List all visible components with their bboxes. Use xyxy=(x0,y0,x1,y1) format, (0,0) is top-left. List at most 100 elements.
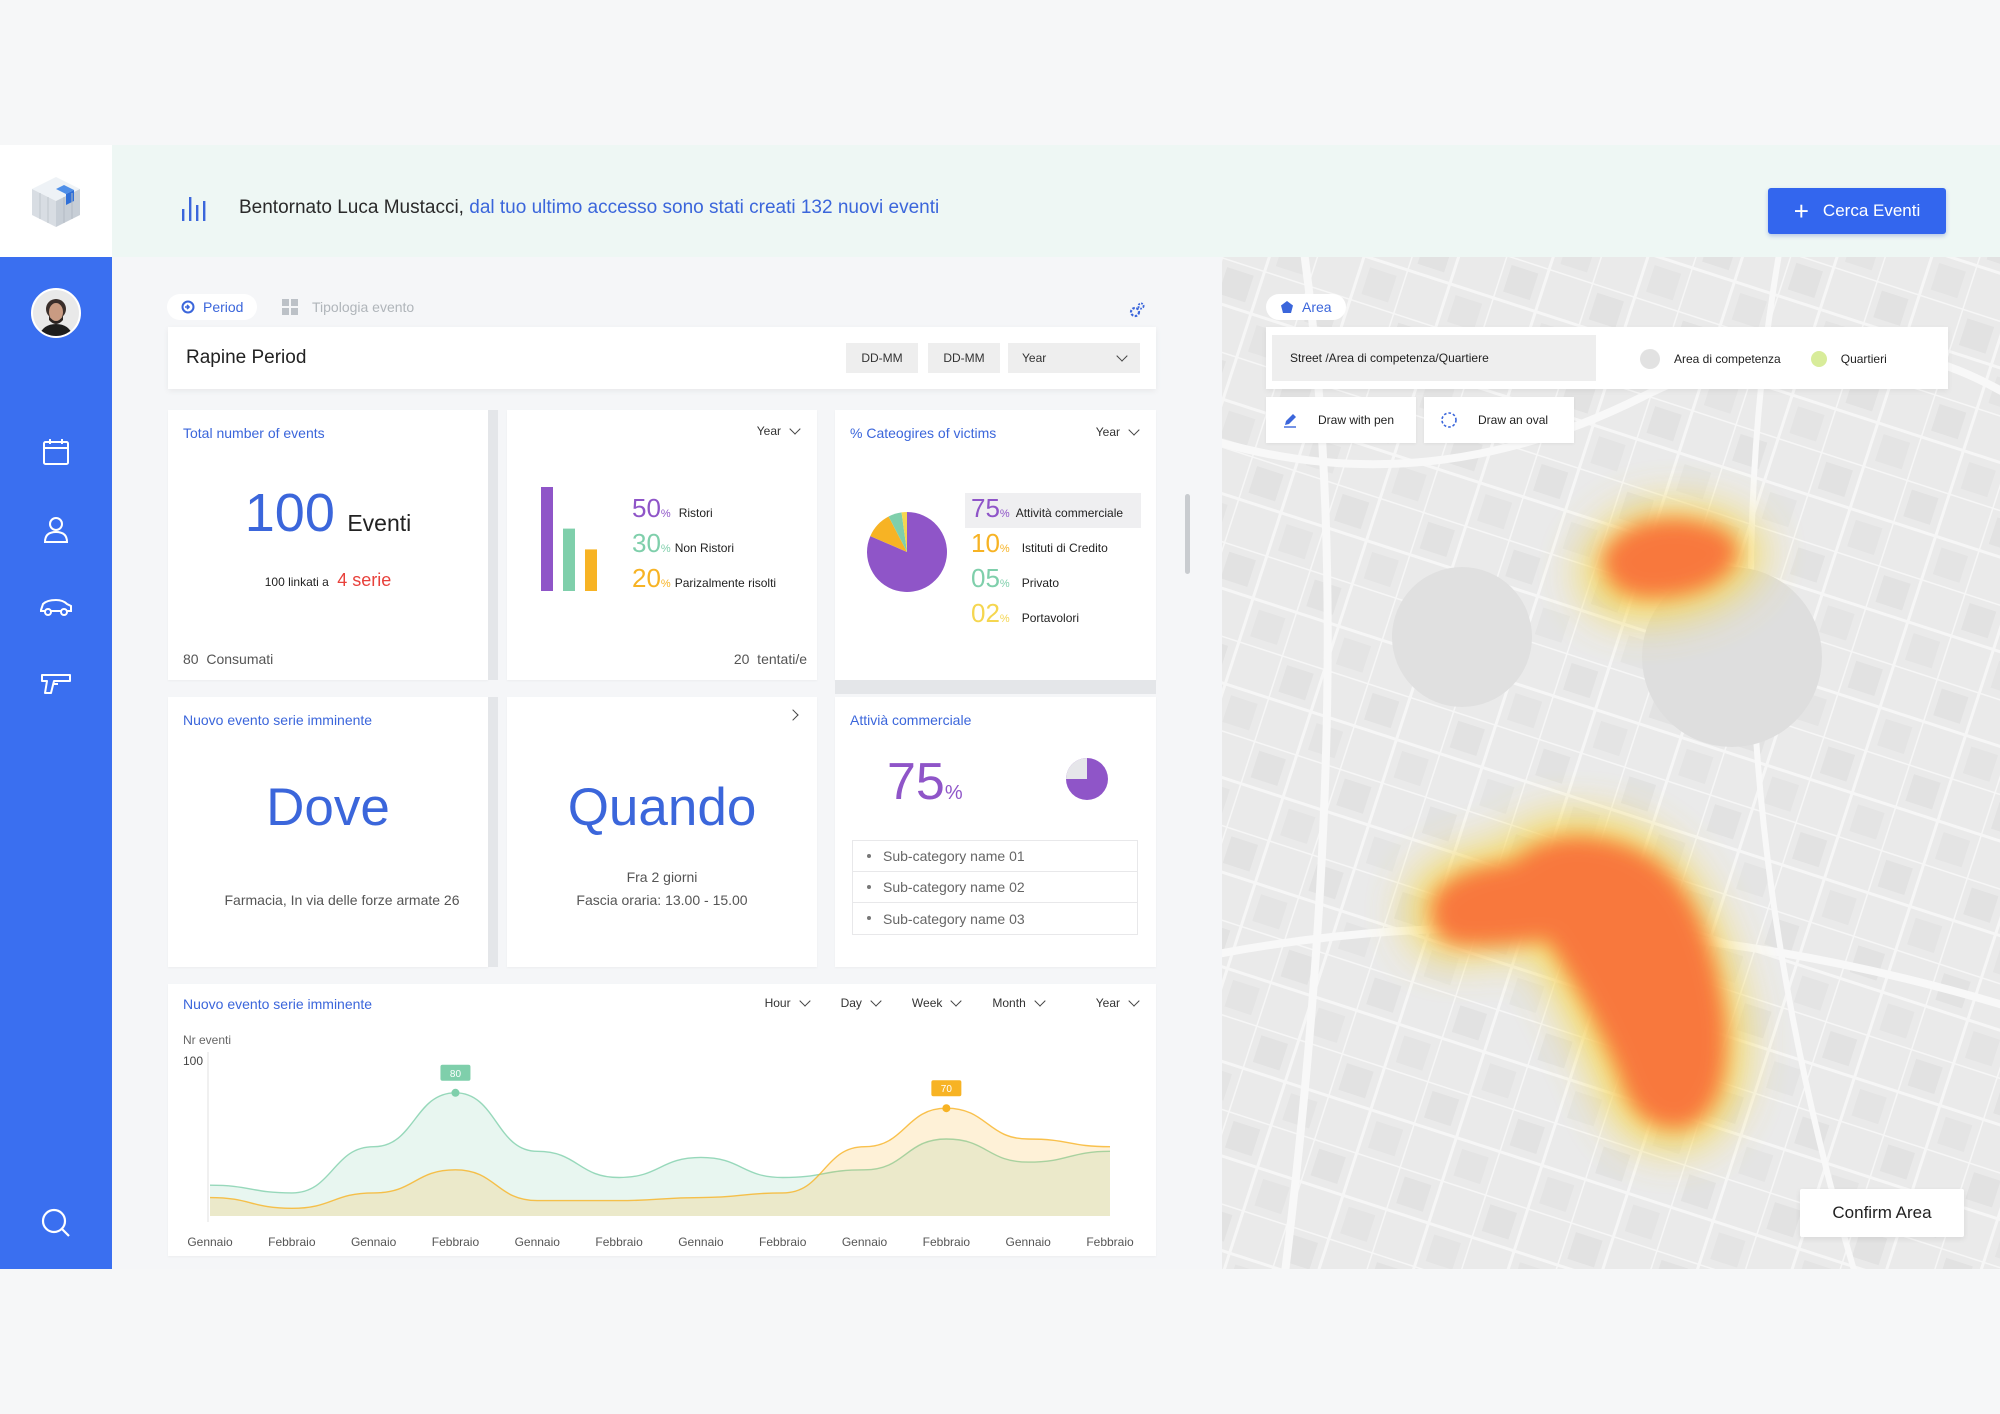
peak-marker[interactable] xyxy=(451,1088,460,1097)
avatar[interactable] xyxy=(31,288,81,338)
draw-pen-button[interactable]: Draw with pen xyxy=(1266,397,1416,443)
victims-row: 75 % Attività commerciale xyxy=(965,493,1141,528)
subcategory-item[interactable]: Sub-category name 03 xyxy=(853,903,1137,934)
victims-unit: % xyxy=(999,578,1010,590)
victims-label: Portavolori xyxy=(1021,611,1080,625)
consumed-count: 80 Consumati xyxy=(183,651,274,667)
peak-marker[interactable] xyxy=(942,1104,951,1113)
map-panel[interactable]: Area Street /Area di competenza/Quartier… xyxy=(1222,257,2000,1269)
draw-oval-button[interactable]: Draw an oval xyxy=(1424,397,1574,443)
settings-icon[interactable] xyxy=(1128,301,1146,319)
outcome-bar xyxy=(541,487,553,591)
chevron-down-icon xyxy=(789,423,801,435)
search-events-button[interactable]: + Cerca Eventi xyxy=(1768,188,1946,234)
outcome-bar xyxy=(585,549,597,591)
x-tick-label: Gennaio xyxy=(515,1235,561,1249)
dove-detail: Farmacia, In via delle forze armate 26 xyxy=(224,892,460,908)
x-tick-label: Febbraio xyxy=(759,1235,807,1249)
draw-pen-label: Draw with pen xyxy=(1318,413,1395,427)
subcategory-list: Sub-category name 01 Sub-category name 0… xyxy=(852,840,1138,935)
victims-period-select[interactable]: Year xyxy=(1095,424,1140,439)
outcome-bar-chart xyxy=(541,487,597,591)
area-filter-bar: Street /Area di competenza/Quartiere Are… xyxy=(1266,327,1948,389)
total-events-count-row: 100 Eventi xyxy=(168,482,488,544)
commercial-unit: % xyxy=(944,782,963,804)
draw-oval-label: Draw an oval xyxy=(1478,413,1549,427)
scrollbar-thumb[interactable] xyxy=(1185,494,1190,574)
victims-card: % Cateogires of victims Year 75 % Attivi… xyxy=(835,410,1156,680)
subcategory-item[interactable]: Sub-category name 01 xyxy=(853,841,1137,872)
card-divider xyxy=(488,697,498,967)
card-divider xyxy=(835,680,1156,694)
search-events-label: Cerca Eventi xyxy=(1822,201,1921,220)
victims-label: Istituti di Credito xyxy=(1021,541,1108,555)
x-tick-label: Febbraio xyxy=(1086,1235,1134,1249)
cube-logo-icon xyxy=(32,177,80,227)
victims-pct: 75 xyxy=(971,493,1000,523)
dove-headline: Dove xyxy=(266,778,390,837)
dashed-oval-icon xyxy=(1441,412,1457,428)
outcome-label: Parizalmente risolti xyxy=(674,576,777,590)
victims-pct: 10 xyxy=(971,528,1000,558)
outcome-period-select[interactable]: Year xyxy=(757,423,801,438)
outcome-pct: 50 xyxy=(632,493,661,523)
top-bar: Bentornato Luca Mustacci, dal tuo ultimo… xyxy=(112,145,2000,257)
linked-series-row: 100 linkati a 4 serie xyxy=(168,570,488,591)
total-events-title: Total number of events xyxy=(183,425,325,441)
quando-headline: Quando xyxy=(567,778,757,837)
chevron-right-icon[interactable] xyxy=(787,709,799,721)
outcome-row: 20 % Parizalmente risolti xyxy=(632,563,776,598)
quando-card: Quando Fra 2 giorni Fascia oraria: 13.00… xyxy=(507,697,817,967)
sidebar xyxy=(0,257,112,1269)
app-window: Bentornato Luca Mustacci, dal tuo ultimo… xyxy=(0,145,2000,1269)
user-photo xyxy=(33,290,79,336)
quando-detail-2: Fascia oraria: 13.00 - 15.00 xyxy=(576,892,748,908)
chevron-down-icon xyxy=(1128,424,1140,436)
victims-unit: % xyxy=(999,508,1010,520)
tab-event-type-label: Tipologia evento xyxy=(312,299,415,315)
user-icon[interactable] xyxy=(38,511,74,547)
subcategory-label: Sub-category name 03 xyxy=(883,910,1025,927)
legend-label-competenza: Area di competenza xyxy=(1674,352,1781,366)
calendar-icon[interactable] xyxy=(38,434,74,470)
dove-title: Nuovo evento serie imminente xyxy=(183,712,373,728)
subcategory-label: Sub-category name 02 xyxy=(883,879,1025,895)
area-tab-label: Area xyxy=(1302,299,1332,315)
area-search-input[interactable]: Street /Area di competenza/Quartiere xyxy=(1272,335,1596,381)
search-icon[interactable] xyxy=(38,1205,74,1241)
tab-event-type[interactable]: Tipologia evento xyxy=(282,299,414,315)
legend-swatch-quartieri[interactable] xyxy=(1810,351,1827,367)
x-tick-label: Febbraio xyxy=(595,1235,643,1249)
x-tick-label: Gennaio xyxy=(842,1235,888,1249)
x-tick-label: Gennaio xyxy=(678,1235,724,1249)
outcome-bar xyxy=(563,528,575,591)
pen-icon xyxy=(1284,414,1296,428)
confirm-area-button[interactable]: Confirm Area xyxy=(1800,1189,1964,1237)
attempted-count: 20 tentati/e xyxy=(733,651,807,667)
victims-title: % Cateogires of victims xyxy=(850,425,997,441)
date-from-input[interactable]: DD-MM xyxy=(846,343,918,373)
year-select[interactable]: Year xyxy=(1008,343,1140,373)
victims-legend: 75 % Attività commerciale 10 % Istituti … xyxy=(965,493,1141,633)
total-events-count-label: Eventi xyxy=(347,510,412,536)
area-tab[interactable]: Area xyxy=(1266,294,1346,320)
victims-unit: % xyxy=(999,613,1010,625)
filter-title: Rapine Period xyxy=(186,347,307,368)
legend-label-quartieri: Quartieri xyxy=(1840,352,1887,366)
commercial-title: Attivià commerciale xyxy=(850,712,972,728)
date-to-input[interactable]: DD-MM xyxy=(928,343,1000,373)
subcategory-item[interactable]: Sub-category name 02 xyxy=(853,872,1137,903)
outcome-label: Non Ristori xyxy=(674,541,735,555)
x-tick-label: Gennaio xyxy=(187,1235,233,1249)
x-tick-label: Febbraio xyxy=(268,1235,316,1249)
bullet-icon xyxy=(867,885,871,889)
tab-period[interactable]: Period xyxy=(167,294,258,320)
victims-pct: 02 xyxy=(971,598,1000,628)
victims-unit: % xyxy=(999,543,1010,555)
quando-detail-1: Fra 2 giorni xyxy=(626,869,698,885)
gun-icon[interactable] xyxy=(38,665,74,701)
car-icon[interactable] xyxy=(38,588,74,624)
victims-period-label: Year xyxy=(1095,425,1120,439)
pentagon-icon xyxy=(1281,301,1293,313)
legend-swatch-competenza[interactable] xyxy=(1640,349,1660,369)
